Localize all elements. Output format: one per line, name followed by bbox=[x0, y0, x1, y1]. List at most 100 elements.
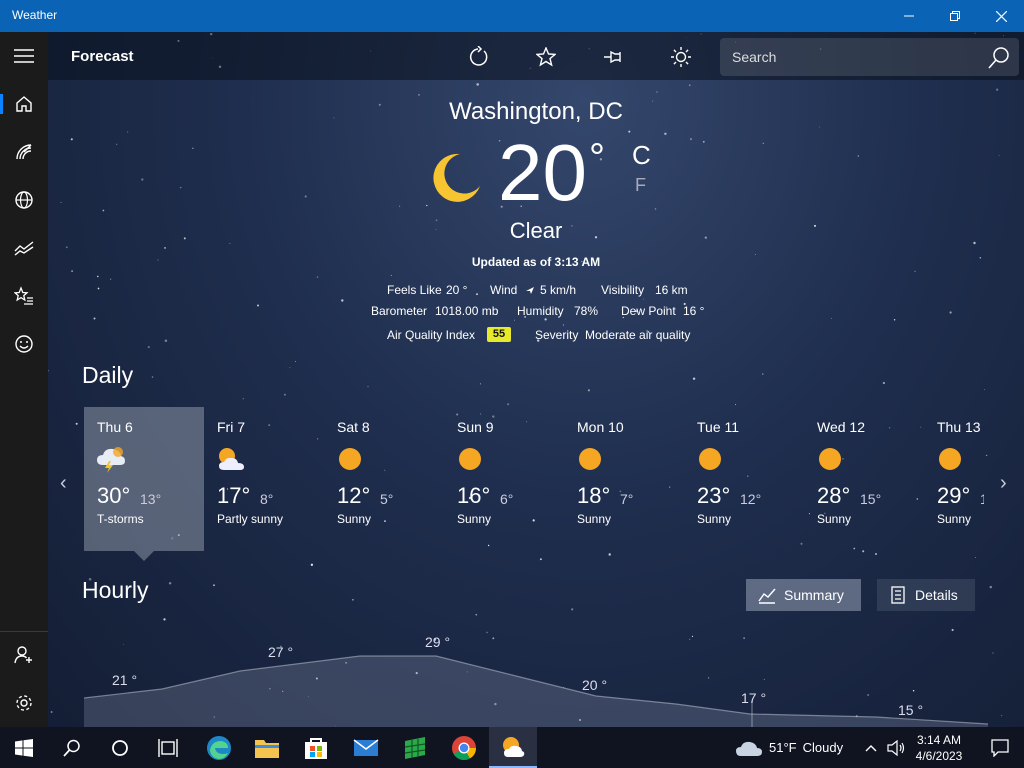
task-view-button[interactable] bbox=[144, 727, 192, 768]
trend-chart-icon bbox=[14, 241, 34, 256]
fahrenheit-toggle[interactable]: F bbox=[635, 175, 646, 196]
day-condition: Sunny bbox=[577, 512, 612, 526]
wind-value: 5 km/h bbox=[540, 283, 577, 297]
window-title: Weather bbox=[12, 8, 58, 22]
search-input[interactable] bbox=[720, 38, 980, 76]
selected-day-pointer bbox=[134, 551, 154, 561]
day-low: 15° bbox=[860, 491, 882, 507]
hourly-temp-label: 29 ° bbox=[425, 634, 450, 650]
daily-card[interactable]: Sat 8 12° 5° Sunny bbox=[324, 407, 444, 551]
close-icon bbox=[995, 10, 1007, 22]
star-icon bbox=[536, 47, 556, 67]
daily-card[interactable]: Mon 10 18° 7° Sunny bbox=[564, 407, 684, 551]
nav-monthly[interactable] bbox=[0, 228, 48, 268]
search-box bbox=[720, 38, 1019, 76]
daily-card[interactable]: Wed 12 28° 15° Sunny bbox=[804, 407, 924, 551]
hourly-temp-label: 27 ° bbox=[268, 644, 293, 660]
spreadsheet-app[interactable] bbox=[391, 727, 439, 768]
brightness-button[interactable] bbox=[663, 40, 699, 74]
nav-forecast[interactable] bbox=[0, 84, 48, 124]
degree-symbol: ° bbox=[589, 136, 605, 180]
store-app[interactable] bbox=[292, 727, 340, 768]
refresh-icon bbox=[469, 46, 488, 66]
nav-historical[interactable] bbox=[0, 180, 48, 220]
taskbar-search-button[interactable] bbox=[48, 727, 96, 768]
nav-life[interactable] bbox=[0, 324, 48, 364]
clock[interactable]: 3:14 AM 4/6/2023 bbox=[912, 727, 966, 768]
weather-app[interactable] bbox=[489, 727, 537, 768]
day-high: 28° bbox=[817, 483, 851, 508]
wind-label: Wind bbox=[490, 283, 518, 297]
day-condition: Sunny bbox=[697, 512, 732, 526]
day-name: Fri 7 bbox=[217, 419, 245, 435]
nav-settings[interactable] bbox=[0, 683, 48, 723]
wind-direction-icon bbox=[526, 287, 534, 294]
pin-button[interactable] bbox=[596, 40, 632, 74]
chart-line-icon bbox=[758, 588, 776, 604]
search-icon[interactable] bbox=[987, 46, 1011, 70]
nav-favorites[interactable] bbox=[0, 276, 48, 316]
notifications-button[interactable] bbox=[976, 727, 1024, 768]
store-icon bbox=[305, 737, 327, 759]
app-header: Forecast bbox=[48, 32, 1024, 80]
day-low: 8° bbox=[260, 491, 274, 507]
day-high: 29° bbox=[937, 483, 971, 508]
volume-button[interactable] bbox=[884, 727, 908, 768]
details-button[interactable]: Details bbox=[877, 579, 975, 611]
daily-next-button[interactable]: › bbox=[1000, 472, 1007, 495]
celsius-toggle[interactable]: C bbox=[632, 140, 651, 171]
hourly-graph: 21 ° 27 ° 29 ° 20 ° 17 ° 15 ° bbox=[84, 634, 988, 727]
hamburger-icon bbox=[14, 49, 34, 63]
tray-overflow-button[interactable] bbox=[860, 727, 882, 768]
cortana-button[interactable] bbox=[96, 727, 144, 768]
details-label: Details bbox=[915, 587, 958, 603]
file-explorer-app[interactable] bbox=[243, 727, 291, 768]
summary-button[interactable]: Summary bbox=[746, 579, 861, 611]
close-button[interactable] bbox=[978, 0, 1024, 32]
daily-card[interactable]: Fri 7 17° 8° Partly sunny bbox=[204, 407, 324, 551]
hourly-title: Hourly bbox=[82, 577, 149, 603]
visibility-value: 16 km bbox=[655, 283, 688, 297]
main-panel: Forecast Washington, DC 20 ° C F Clear U… bbox=[48, 32, 1024, 727]
updated-time: Updated as of 3:13 AM bbox=[471, 255, 601, 269]
clock-time: 3:14 AM bbox=[916, 732, 962, 747]
humidity-label: Humidity bbox=[517, 304, 564, 318]
daily-prev-button[interactable]: ‹ bbox=[60, 472, 67, 495]
taskbar-weather-widget[interactable]: 51°F Cloudy bbox=[735, 727, 843, 768]
volume-icon bbox=[887, 739, 905, 756]
nav-account[interactable] bbox=[0, 635, 48, 675]
task-view-icon bbox=[158, 738, 178, 757]
title-bar: Weather bbox=[0, 0, 1024, 32]
day-name: Tue 11 bbox=[697, 419, 740, 435]
start-button[interactable] bbox=[0, 727, 48, 768]
day-high: 12° bbox=[337, 483, 371, 508]
nav-maps[interactable] bbox=[0, 132, 48, 172]
refresh-button[interactable] bbox=[460, 40, 496, 74]
daily-card[interactable]: Thu 13 29° 1 Sunny bbox=[924, 407, 984, 551]
chevron-up-icon bbox=[865, 744, 877, 751]
feels-like-value: 20 ° bbox=[446, 283, 468, 297]
search-icon bbox=[63, 739, 80, 757]
taskbar-weather-temp: 51°F bbox=[769, 740, 797, 755]
daily-card[interactable]: Thu 6 30° 13° T-storms bbox=[84, 407, 204, 551]
chrome-app[interactable] bbox=[440, 727, 488, 768]
mail-app[interactable] bbox=[342, 727, 390, 768]
hamburger-menu-button[interactable] bbox=[0, 36, 48, 76]
daily-card[interactable]: Sun 9 16° 6° Sunny bbox=[444, 407, 564, 551]
minimize-button[interactable] bbox=[886, 0, 932, 32]
moon-icon bbox=[433, 153, 480, 202]
daily-card[interactable]: Tue 11 23° 12° Sunny bbox=[684, 407, 804, 551]
sidebar-separator bbox=[0, 631, 48, 632]
edge-app[interactable] bbox=[195, 727, 243, 768]
clock-date: 4/6/2023 bbox=[915, 748, 963, 763]
current-temperature: 20 bbox=[498, 128, 587, 217]
day-name: Sun 9 bbox=[457, 419, 494, 435]
restore-icon bbox=[950, 11, 960, 21]
day-name: Wed 12 bbox=[817, 419, 865, 435]
mail-icon bbox=[353, 738, 379, 756]
restore-button[interactable] bbox=[932, 0, 978, 32]
taskbar: 51°F Cloudy 3:14 AM 4/6/2023 bbox=[0, 727, 1024, 768]
favorite-button[interactable] bbox=[528, 40, 564, 74]
day-low: 1 bbox=[980, 491, 984, 507]
person-add-icon bbox=[14, 646, 32, 664]
